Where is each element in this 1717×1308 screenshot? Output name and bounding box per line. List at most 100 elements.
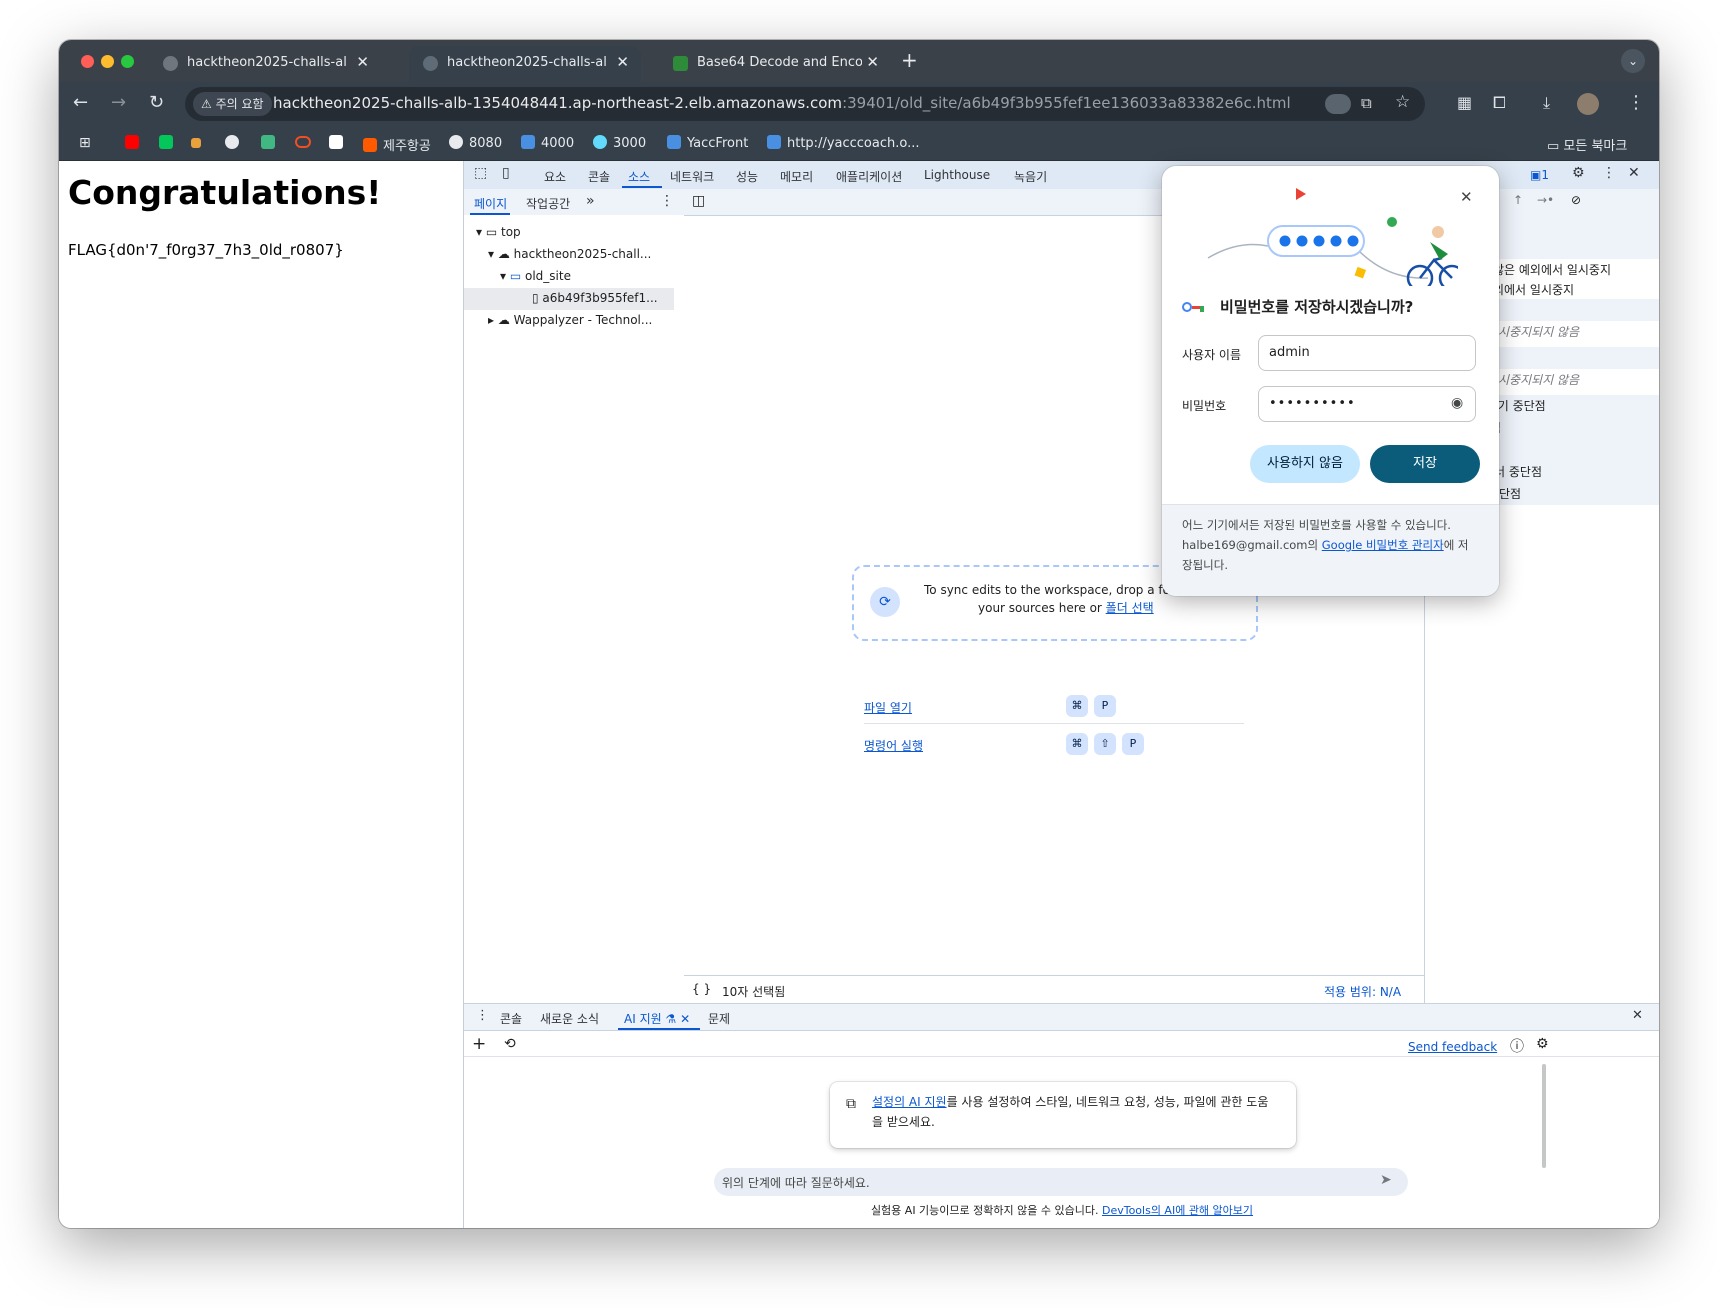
new-chat-icon[interactable]: +	[472, 1034, 486, 1054]
tree-label: top	[501, 225, 521, 239]
active-tab-indicator	[618, 1028, 700, 1030]
avatar[interactable]	[1577, 93, 1599, 115]
tab-elements[interactable]: 요소	[544, 168, 566, 185]
oracle-bookmark[interactable]	[295, 135, 317, 150]
more-tabs-icon[interactable]: »	[586, 193, 595, 209]
address-bar[interactable]: ⚠ 주의 요함 hacktheon2025-challs-alb-1354048…	[185, 87, 1425, 121]
drawer-menu-icon[interactable]: ⋮	[476, 1008, 489, 1023]
minimize-window-button[interactable]	[101, 55, 114, 68]
bookmark-icon-item[interactable]	[191, 135, 207, 150]
close-tab-icon[interactable]: ✕	[356, 53, 369, 71]
translate-icon[interactable]: ⧉	[1361, 94, 1372, 112]
tab-recorder[interactable]: 녹음기	[1014, 168, 1047, 185]
tab-memory[interactable]: 메모리	[780, 168, 813, 185]
tab-lighthouse[interactable]: Lighthouse	[924, 168, 990, 182]
tab-console[interactable]: 콘솔	[588, 168, 610, 185]
bookmark-8080[interactable]: 8080	[449, 135, 502, 151]
naver-bookmark[interactable]	[159, 135, 179, 151]
drawer-tab-console[interactable]: 콘솔	[500, 1010, 522, 1027]
select-folder-link[interactable]: 폴더 선택	[1106, 601, 1154, 615]
forward-icon[interactable]: →	[111, 92, 126, 114]
open-file-link[interactable]: 파일 열기	[864, 699, 912, 716]
reload-icon[interactable]: ↻	[149, 92, 164, 114]
ask-ai-input[interactable]: 위의 단계에 따라 질문하세요. ➤	[714, 1168, 1408, 1196]
bookmark-yacccoach[interactable]: http://yacccoach.o...	[767, 135, 920, 151]
history-icon[interactable]: ⟲	[504, 1036, 516, 1052]
gear-icon[interactable]: ⚙	[1572, 165, 1585, 181]
close-devtools-icon[interactable]: ✕	[1628, 165, 1640, 181]
send-feedback-link[interactable]: Send feedback	[1408, 1040, 1497, 1054]
tab-sources[interactable]: 소스	[628, 168, 650, 185]
coverage-status[interactable]: 적용 범위: N/A	[1324, 983, 1401, 1000]
ai-settings-link[interactable]: 설정의 AI 지원	[872, 1095, 947, 1109]
calendar-bookmark[interactable]	[329, 135, 349, 151]
tab-page[interactable]: 페이지	[474, 195, 507, 212]
pretty-print-icon[interactable]: { }	[692, 982, 711, 996]
drawer-tab-issues[interactable]: 문제	[708, 1010, 730, 1027]
step-out-icon[interactable]: ↑	[1513, 193, 1523, 207]
password-key-icon[interactable]	[1325, 94, 1351, 114]
tab-workspace[interactable]: 작업공간	[526, 195, 570, 212]
close-tab-icon[interactable]: ✕	[616, 53, 629, 71]
extensions-icon[interactable]: ⧠	[1493, 92, 1506, 114]
browser-tab-active[interactable]: hacktheon2025-challs-alb-1354048441 ✕	[409, 46, 641, 82]
password-field[interactable]: •••••••••• ◉	[1258, 386, 1476, 422]
more-options-icon[interactable]: ⋮	[1602, 165, 1616, 181]
run-command-link[interactable]: 명령어 실행	[864, 737, 923, 754]
security-chip[interactable]: ⚠ 주의 요함	[193, 92, 272, 116]
bookmark-yaccfront[interactable]: YaccFront	[667, 135, 748, 151]
bookmark-star-icon[interactable]: ☆	[1395, 92, 1410, 112]
back-icon[interactable]: ←	[73, 92, 88, 114]
tree-item-top[interactable]: ▾ ▭ top	[476, 225, 521, 239]
apps-icon[interactable]: ⊞	[79, 135, 91, 151]
youtube-bookmark[interactable]	[125, 135, 145, 151]
url-text[interactable]: hacktheon2025-challs-alb-1354048441.ap-n…	[273, 94, 1291, 112]
tree-item-extension[interactable]: ▸ ☁ Wappalyzer - Technol...	[488, 313, 652, 327]
learn-more-link[interactable]: DevTools의 AI에 관해 알아보기	[1102, 1204, 1253, 1217]
drawer-tab-ai[interactable]: AI 지원 ⚗ ✕	[624, 1010, 690, 1027]
close-window-button[interactable]	[81, 55, 94, 68]
tab-application[interactable]: 애플리케이션	[836, 168, 902, 185]
device-toolbar-icon[interactable]: ▯	[502, 165, 510, 181]
tree-item-folder[interactable]: ▾ ▭ old_site	[500, 269, 571, 283]
bookmark-4000[interactable]: 4000	[521, 135, 574, 151]
step-icon[interactable]: →•	[1537, 193, 1554, 207]
save-password-button[interactable]: 저장	[1370, 445, 1480, 483]
deactivate-breakpoints-icon[interactable]: ⊘	[1571, 193, 1581, 207]
download-icon[interactable]: ⤓	[1543, 92, 1550, 114]
tab-network[interactable]: 네트워크	[670, 168, 714, 185]
tab-search-icon[interactable]: ⌄	[1621, 49, 1645, 73]
never-save-button[interactable]: 사용하지 않음	[1250, 445, 1360, 483]
show-password-icon[interactable]: ◉	[1451, 395, 1463, 411]
github-bookmark[interactable]	[225, 135, 245, 151]
issues-badge[interactable]: ▣1	[1530, 168, 1549, 182]
vue-bookmark[interactable]	[261, 135, 281, 151]
bookmark-3000[interactable]: 3000	[593, 135, 646, 151]
new-tab-button[interactable]: +	[901, 48, 918, 72]
drawer-tab-whats-new[interactable]: 새로운 소식	[540, 1010, 599, 1027]
jeju-air-bookmark[interactable]: 제주항공	[363, 135, 431, 154]
browser-tab[interactable]: hacktheon2025-challs-alb-1354048441 ✕	[149, 46, 381, 82]
browser-tab[interactable]: Base64 Decode and Encode - Online ✕	[659, 46, 891, 82]
maximize-window-button[interactable]	[121, 55, 134, 68]
tab-performance[interactable]: 성능	[736, 168, 758, 185]
all-bookmarks[interactable]: ▭ 모든 북마크	[1547, 135, 1627, 154]
menu-icon[interactable]: ⋮	[1627, 92, 1645, 114]
close-dialog-icon[interactable]: ✕	[1460, 188, 1473, 206]
help-icon[interactable]: ⓘ	[1510, 1036, 1524, 1056]
close-drawer-icon[interactable]: ✕	[1632, 1008, 1643, 1023]
send-icon[interactable]: ➤	[1380, 1172, 1392, 1188]
bookmark-label: 제주항공	[383, 139, 431, 154]
toggle-navigator-icon[interactable]: ◫	[692, 193, 705, 209]
username-field[interactable]: admin	[1258, 335, 1476, 371]
tree-item-domain[interactable]: ▾ ☁ hacktheon2025-chall...	[488, 247, 651, 261]
navigator-menu-icon[interactable]: ⋮	[660, 193, 674, 209]
inspect-element-icon[interactable]: ⬚	[474, 165, 487, 181]
close-tab-icon[interactable]: ✕	[680, 1012, 690, 1026]
gear-icon[interactable]: ⚙	[1536, 1036, 1549, 1052]
password-manager-link[interactable]: Google 비밀번호 관리자	[1322, 538, 1444, 552]
close-tab-icon[interactable]: ✕	[866, 53, 879, 71]
qr-code-icon[interactable]: ▦	[1457, 92, 1472, 114]
tree-item-file[interactable]: ▯ a6b49f3b955fef1...	[532, 291, 658, 305]
scrollbar[interactable]	[1542, 1064, 1546, 1168]
